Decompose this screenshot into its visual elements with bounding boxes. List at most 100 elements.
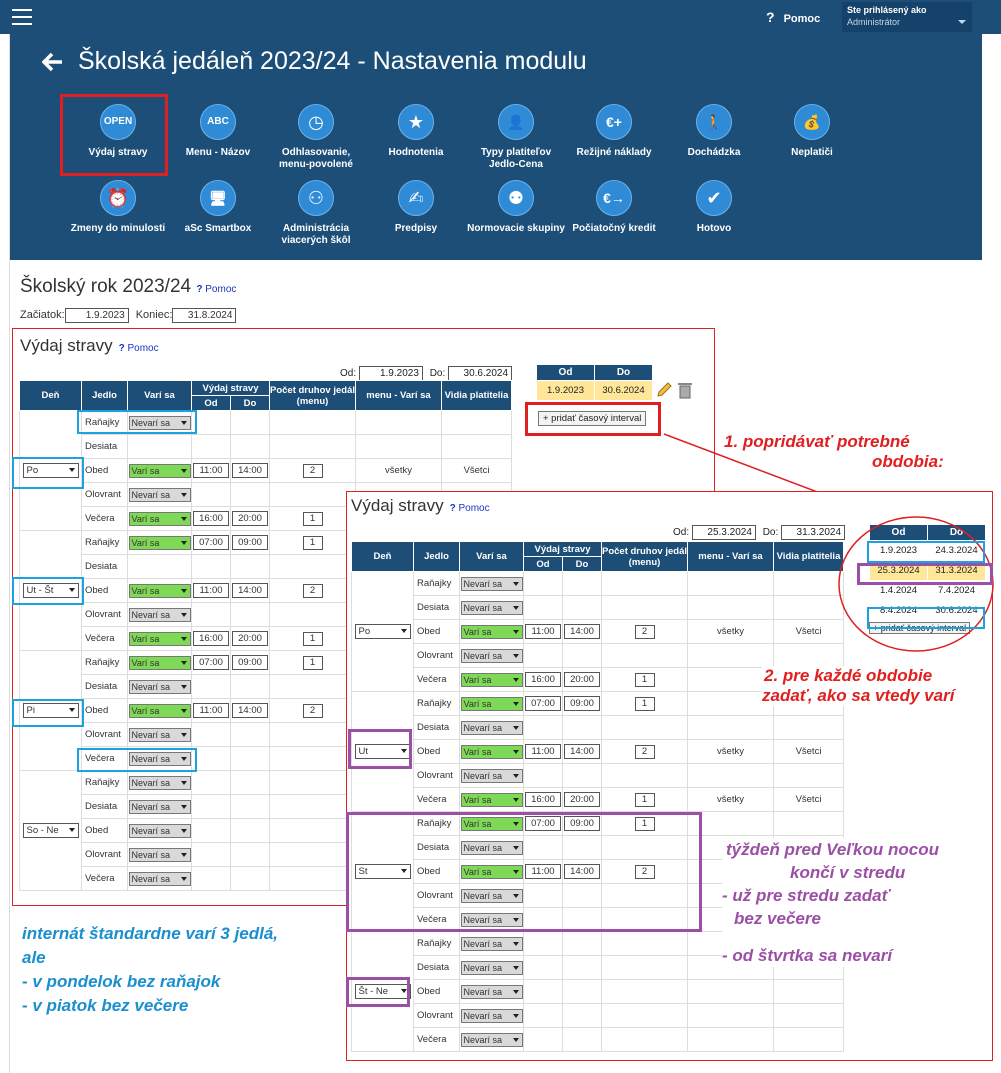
menu-count-input[interactable]: 2 <box>302 703 323 718</box>
module-tile-12[interactable]: ⚉ Normovacie skupiny <box>466 180 566 235</box>
cooked-select[interactable]: Nevarí sa <box>128 607 191 622</box>
edit-pencil-icon[interactable] <box>655 381 673 399</box>
cooked-select[interactable]: Nevarí sa <box>460 600 523 615</box>
issue-to-input[interactable]: 09:00 <box>232 655 268 670</box>
cooked-select[interactable]: Varí sa <box>128 583 191 598</box>
module-tile-11[interactable]: ✍ Predpisy <box>366 180 466 235</box>
day-select[interactable]: So - Ne <box>22 823 79 838</box>
menu-icon[interactable] <box>12 9 32 25</box>
panel1-add-interval-button[interactable]: + pridať časový interval <box>538 411 647 426</box>
cooked-select[interactable]: Nevarí sa <box>128 823 191 838</box>
cooked-select[interactable]: Varí sa <box>128 535 191 550</box>
issue-from-input[interactable]: 11:00 <box>193 703 229 718</box>
day-select[interactable]: Po <box>354 624 411 639</box>
issue-to-input[interactable]: 14:00 <box>232 583 268 598</box>
cooked-select[interactable]: Nevarí sa <box>128 727 191 742</box>
panel1-help[interactable]: ? Pomoc <box>119 343 159 354</box>
module-tile-9[interactable]: 🖥 aSc Smartbox <box>168 180 268 235</box>
menu-count-input[interactable]: 1 <box>302 655 323 670</box>
issue-from-input[interactable]: 16:00 <box>193 631 229 646</box>
menu-count-input[interactable]: 1 <box>634 696 655 711</box>
module-tile-6[interactable]: 🚶 Dochádzka <box>664 104 764 159</box>
issue-to-input[interactable]: 14:00 <box>232 463 268 478</box>
menu-count-input[interactable]: 1 <box>634 672 655 687</box>
cooked-select[interactable]: Varí sa <box>460 792 523 807</box>
cooked-select[interactable]: Varí sa <box>128 463 191 478</box>
issue-from-input[interactable]: 11:00 <box>525 744 561 759</box>
module-tile-10[interactable]: ⚇ Administrácia viacerých škôl <box>266 180 366 247</box>
user-menu[interactable]: Ste prihlásený ako Administrátor <box>842 2 972 32</box>
menu-count-input[interactable]: 1 <box>302 511 323 526</box>
cooked-select[interactable]: Nevarí sa <box>128 487 191 502</box>
back-arrow-icon[interactable] <box>42 52 64 72</box>
cooked-select[interactable]: Nevarí sa <box>128 799 191 814</box>
cooked-select[interactable]: Varí sa <box>128 703 191 718</box>
issue-from-input[interactable]: 16:00 <box>193 511 229 526</box>
issue-from-input[interactable]: 11:00 <box>193 583 229 598</box>
cooked-select[interactable]: Nevarí sa <box>460 768 523 783</box>
cooked-select[interactable]: Varí sa <box>460 624 523 639</box>
module-tile-7[interactable]: 💰 Neplatiči <box>762 104 862 159</box>
menu-count-input[interactable]: 2 <box>634 624 655 639</box>
panel1-to-date[interactable]: 30.6.2024 <box>448 366 513 381</box>
issue-from-input[interactable]: 07:00 <box>525 696 561 711</box>
cooked-select[interactable]: Nevarí sa <box>460 984 523 999</box>
cooked-select[interactable]: Varí sa <box>128 631 191 646</box>
menu-count-input[interactable]: 1 <box>634 792 655 807</box>
meal-name: Obed <box>81 458 128 483</box>
issue-to-input[interactable]: 14:00 <box>564 744 600 759</box>
issue-from-input[interactable]: 11:00 <box>525 624 561 639</box>
issue-to-input[interactable]: 14:00 <box>232 703 268 718</box>
menu-count-input[interactable]: 1 <box>302 535 323 550</box>
help-link[interactable]: ? Pomoc <box>766 9 820 25</box>
module-tile-13[interactable]: €→ Počiatočný kredit <box>564 180 664 235</box>
menu-count-input[interactable]: 2 <box>302 463 323 478</box>
issue-from-input[interactable]: 11:00 <box>193 463 229 478</box>
module-tile-8[interactable]: ⏰ Zmeny do minulosti <box>68 180 168 235</box>
cooked-select[interactable]: Nevarí sa <box>460 960 523 975</box>
menu-count-input[interactable]: 2 <box>634 744 655 759</box>
menu-count-input[interactable]: 2 <box>302 583 323 598</box>
cooked-select[interactable]: Nevarí sa <box>460 1032 523 1047</box>
cooked-select[interactable]: Nevarí sa <box>128 775 191 790</box>
issue-to-input[interactable]: 20:00 <box>232 511 268 526</box>
cooked-select[interactable]: Varí sa <box>460 672 523 687</box>
issue-from-input[interactable]: 16:00 <box>525 672 561 687</box>
issue-from-input[interactable]: 07:00 <box>193 655 229 670</box>
interval-row[interactable]: 1.9.2023 30.6.2024 <box>536 380 653 401</box>
cooked-select[interactable]: Nevarí sa <box>128 847 191 862</box>
issue-to-input[interactable]: 14:00 <box>564 624 600 639</box>
start-date-input[interactable]: 1.9.2023 <box>64 308 129 323</box>
trash-icon[interactable] <box>677 381 693 399</box>
school-year-help[interactable]: ? Pomoc <box>196 284 236 295</box>
cooked-select[interactable]: Nevarí sa <box>128 679 191 694</box>
cooked-select[interactable]: Nevarí sa <box>460 936 523 951</box>
issue-from-input[interactable]: 07:00 <box>193 535 229 550</box>
issue-to-input[interactable]: 20:00 <box>564 792 600 807</box>
module-tile-3[interactable]: ★ Hodnotenia <box>366 104 466 159</box>
cooked-select[interactable]: Varí sa <box>128 511 191 526</box>
issue-to-input[interactable]: 20:00 <box>232 631 268 646</box>
issue-to-input[interactable]: 20:00 <box>564 672 600 687</box>
panel2-help[interactable]: ? Pomoc <box>450 503 490 514</box>
cooked-select[interactable]: Nevarí sa <box>460 720 523 735</box>
cooked-select[interactable]: Varí sa <box>128 655 191 670</box>
panel2-from-date[interactable]: 25.3.2024 <box>691 525 756 540</box>
cooked-select[interactable]: Nevarí sa <box>460 1008 523 1023</box>
issue-to-input[interactable]: 09:00 <box>232 535 268 550</box>
issue-to-input[interactable]: 09:00 <box>564 696 600 711</box>
module-tile-14[interactable]: ✔ Hotovo <box>664 180 764 235</box>
module-tile-5[interactable]: €+ Režijné náklady <box>564 104 664 159</box>
end-date-input[interactable]: 31.8.2024 <box>172 308 237 323</box>
module-tile-1[interactable]: ABC Menu - Názov <box>168 104 268 159</box>
module-tile-4[interactable]: 👤 Typy platiteľov Jedlo-Cena <box>466 104 566 171</box>
cooked-select[interactable]: Varí sa <box>460 744 523 759</box>
cooked-select[interactable]: Nevarí sa <box>460 576 523 591</box>
menu-count-input[interactable]: 1 <box>302 631 323 646</box>
cooked-select[interactable]: Nevarí sa <box>128 871 191 886</box>
cooked-select[interactable]: Nevarí sa <box>460 648 523 663</box>
module-tile-2[interactable]: ◷ Odhlasovanie, menu-povolené <box>266 104 366 171</box>
panel1-from-date[interactable]: 1.9.2023 <box>358 366 423 381</box>
issue-from-input[interactable]: 16:00 <box>525 792 561 807</box>
cooked-select[interactable]: Varí sa <box>460 696 523 711</box>
